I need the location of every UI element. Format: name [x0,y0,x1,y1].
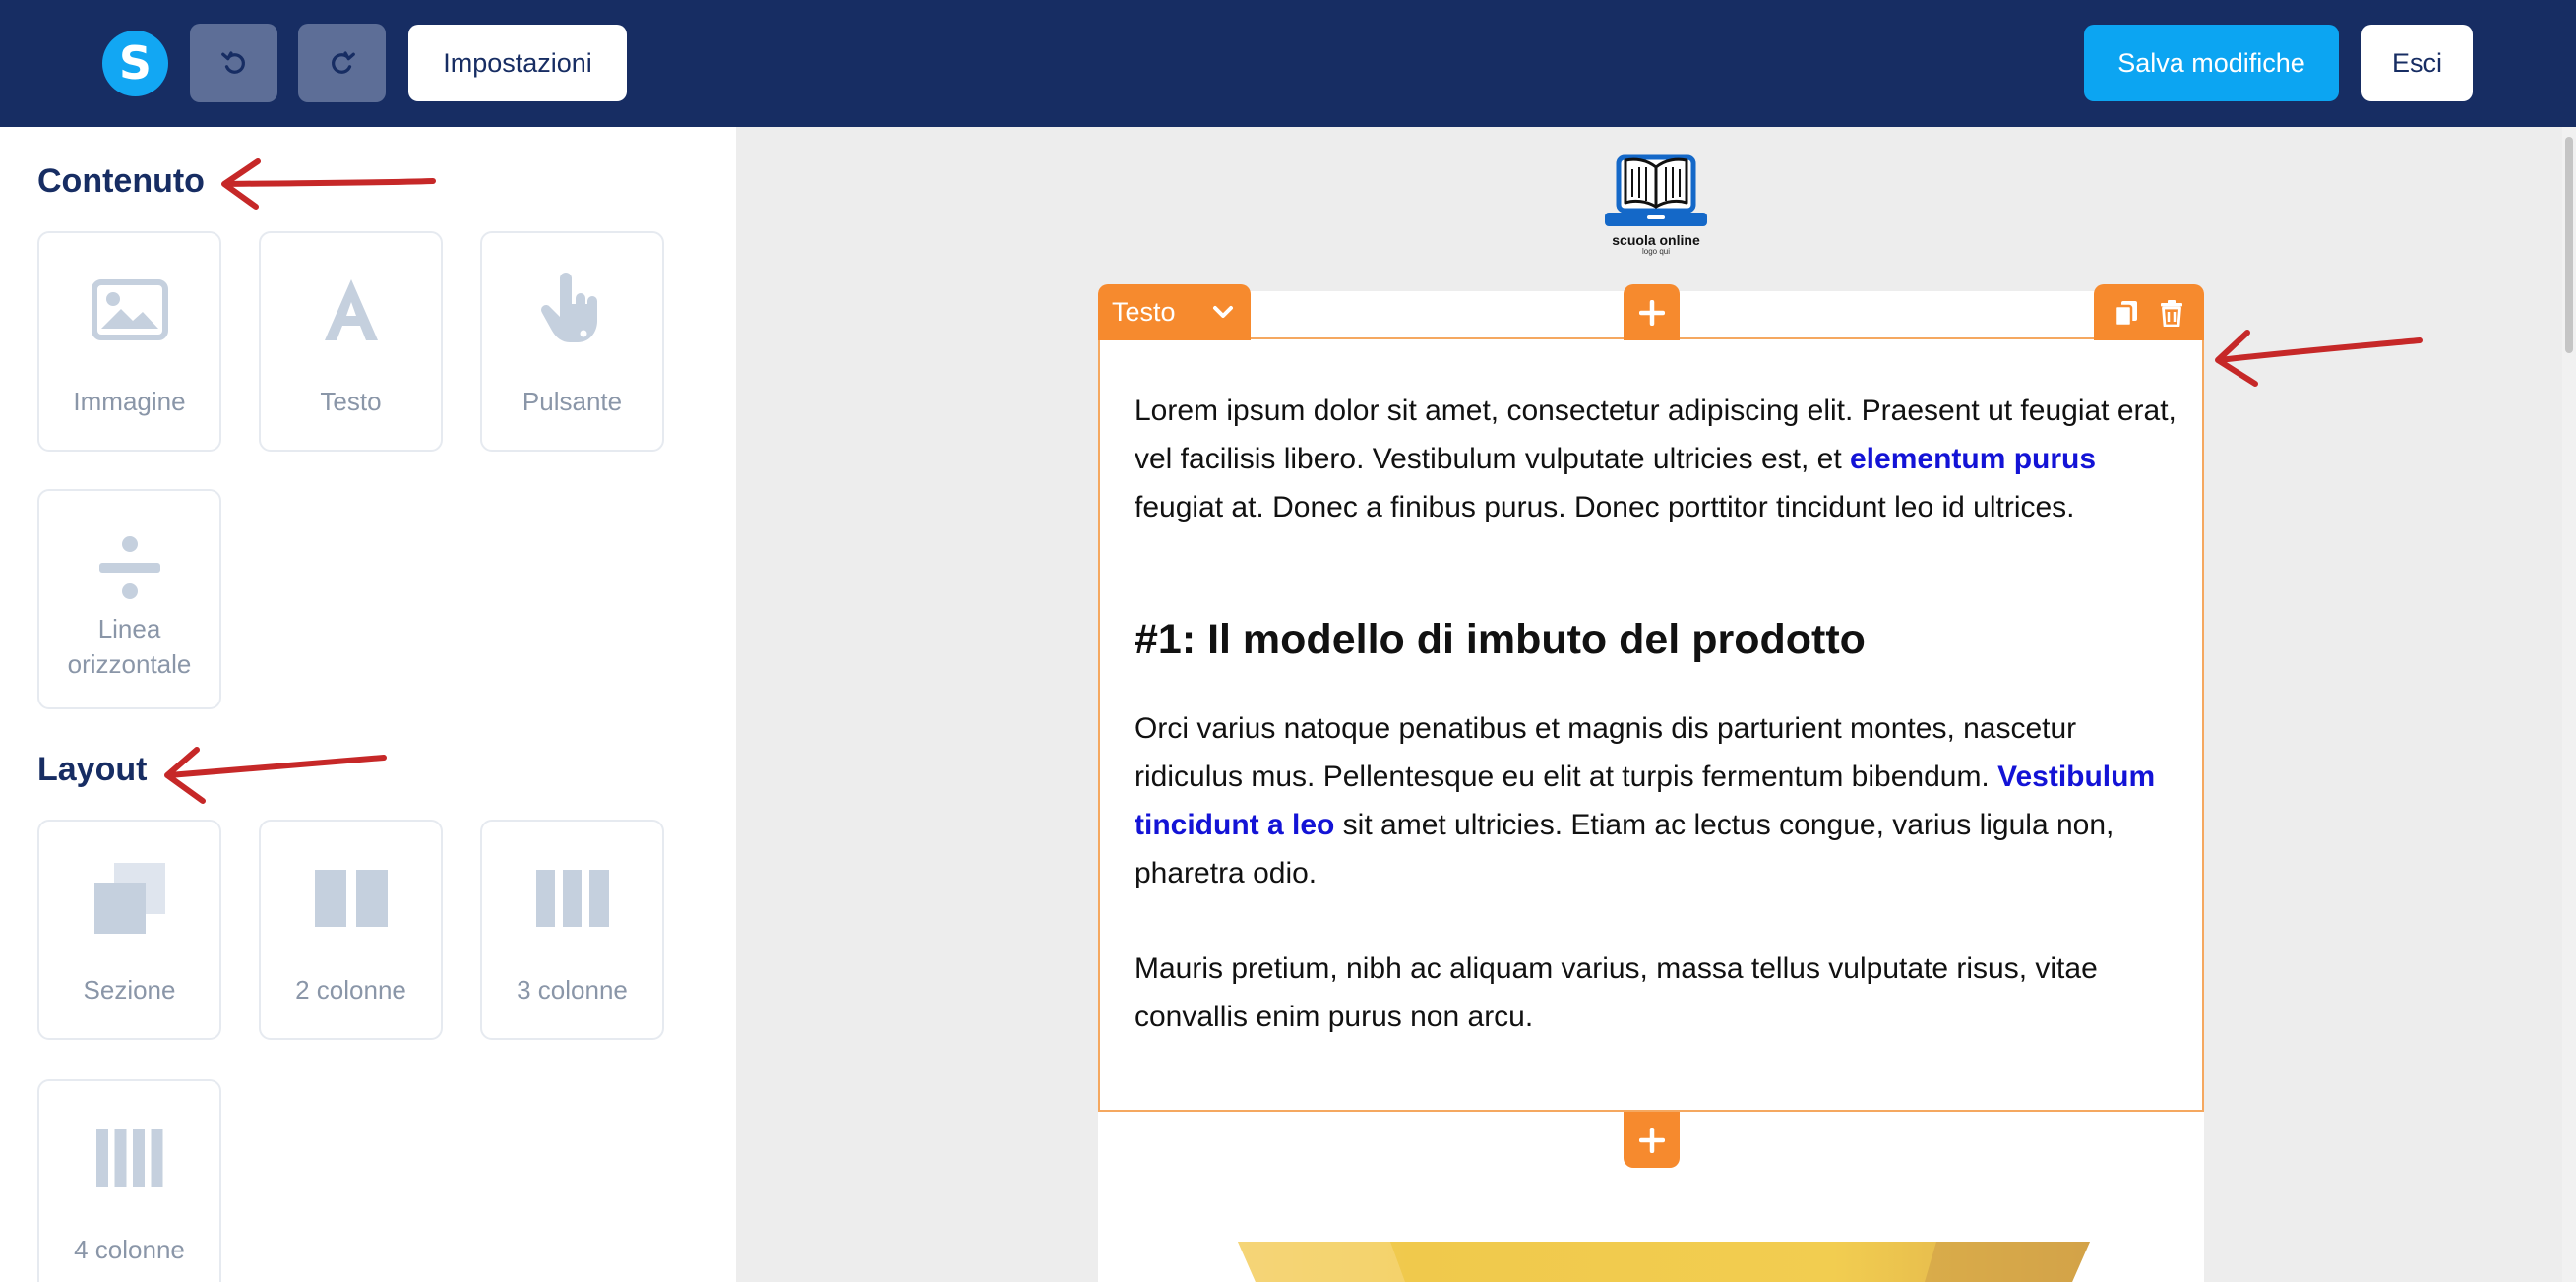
element-tile-image[interactable]: Immagine [37,231,221,452]
layout-tile-four-columns[interactable]: 4 colonne [37,1079,221,1282]
redo-icon [331,51,355,74]
tile-label: Testo [320,387,382,416]
trash-icon[interactable] [2159,299,2184,327]
annotation-arrow-layout [164,747,387,804]
paragraph-2: Orci varius natoque penatibus et magnis … [1135,712,2156,889]
pointer-hand-icon [482,271,662,349]
tile-label: 3 colonne [517,975,628,1005]
text-icon [261,271,441,349]
text-block-content[interactable]: Lorem ipsum dolor sit amet, consectetur … [1135,387,2177,1041]
paragraph-1: Lorem ipsum dolor sit amet, consectetur … [1135,395,2177,523]
app-logo[interactable]: S [102,31,168,96]
email-logo[interactable]: scuola online logo qui [1602,148,1710,258]
scrollbar-thumb[interactable] [2565,137,2573,353]
tile-label: 4 colonne [74,1235,185,1264]
paragraph-3: Mauris pretium, nibh ac aliquam varius, … [1135,952,2098,1033]
add-block-below-button[interactable] [1624,1112,1680,1168]
add-block-above-button[interactable] [1624,284,1680,340]
section-heading: #1: Il modello di imbuto del prodotto [1135,616,1866,663]
exit-button[interactable]: Esci [2361,25,2473,101]
divider-icon [39,528,219,607]
two-columns-icon [261,859,441,938]
top-toolbar: S Impostazioni Salva modifiche Esci [0,0,2576,127]
section-icon [39,859,219,938]
book-laptop-icon [1605,154,1707,226]
tile-label: 2 colonne [295,975,406,1005]
four-columns-icon [39,1119,219,1197]
settings-button[interactable]: Impostazioni [408,25,627,101]
annotation-arrow-block [2215,330,2423,387]
plus-icon [1638,299,1665,326]
brand-name: scuola online [1612,232,1700,248]
link-elementum-purus[interactable]: elementum purus [1850,443,2096,475]
elements-sidebar: Contenuto Immagine Testo Pulsante Linea … [0,127,736,1282]
save-changes-button[interactable]: Salva modifiche [2084,25,2339,101]
tile-label: Linea orizzontale [67,614,192,679]
layout-tile-three-columns[interactable]: 3 colonne [480,820,664,1040]
layout-section-title: Layout [37,751,148,788]
tile-label: Sezione [83,975,176,1005]
annotation-arrow-content [221,158,436,210]
layout-tile-two-columns[interactable]: 2 colonne [259,820,443,1040]
undo-button[interactable] [190,24,277,102]
layout-tile-section[interactable]: Sezione [37,820,221,1040]
tile-label: Immagine [73,387,186,416]
tile-label: Pulsante [521,387,623,416]
block-type-selector[interactable]: Testo [1098,284,1251,340]
content-section-title: Contenuto [37,162,205,200]
undo-icon [220,51,245,74]
block-type-label: Testo [1112,297,1176,327]
element-tile-divider[interactable]: Linea orizzontale [37,489,221,709]
element-tile-text[interactable]: Testo [259,231,443,452]
canvas-scrollbar[interactable] [2562,127,2576,1282]
three-columns-icon [482,859,662,938]
duplicate-icon[interactable] [2114,299,2139,327]
image-icon [39,271,219,349]
redo-button[interactable] [298,24,386,102]
block-tools [2094,284,2204,340]
brand-tagline: logo qui [1641,247,1671,256]
plus-icon [1638,1127,1665,1153]
element-tile-button[interactable]: Pulsante [480,231,664,452]
chevron-down-icon [1213,306,1233,318]
funnel-image[interactable] [1238,1238,2090,1282]
